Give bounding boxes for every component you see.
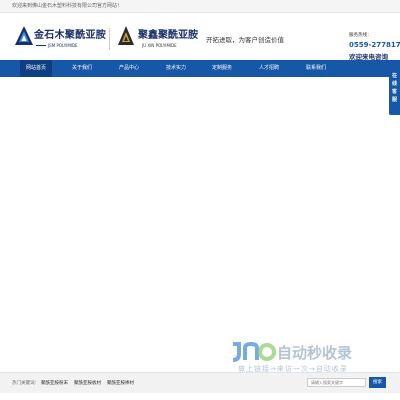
hotline-number: 0559-2778177: [349, 41, 400, 49]
slogan: 开拓进取，为客户创造价值: [206, 36, 284, 44]
search-input[interactable]: [307, 378, 366, 387]
juxin-logo-name: 聚鑫聚酰亚胺: [138, 30, 198, 41]
header: 金石木聚酰亚胺 JSM POLYIMIDE 聚鑫聚酰亚胺 JU XIN POLY…: [0, 13, 400, 61]
hot-keywords-label: 热门关键词：: [12, 381, 39, 386]
nav-item-label: 定制服务: [211, 65, 232, 71]
welcome-text: 欢迎来到佛山金石木塑料科技有限公司官方网站！: [12, 3, 123, 9]
logo-underline: [36, 45, 46, 46]
hot-keyword-link[interactable]: 聚酰亚胺板材: [74, 380, 101, 386]
nav-item-contact[interactable]: 联系我们: [300, 60, 332, 77]
juxin-logo-english: JU XIN POLYIMIDE: [142, 43, 177, 48]
jsm-logo[interactable]: 金石木聚酰亚胺 JSM POLYIMIDE: [14, 21, 106, 55]
nav-item-label: 产品中心: [118, 65, 139, 71]
online-service-tab[interactable]: 在线客服: [389, 64, 400, 115]
nav-item-careers[interactable]: 人才招聘: [253, 60, 285, 77]
nav-item-label: 技术实力: [165, 65, 186, 71]
jsm-logo-english: JSM POLYIMIDE: [48, 43, 78, 48]
online-service-label: 在线客服: [392, 73, 398, 103]
nav-item-label: 关于我们: [71, 65, 92, 71]
hot-keyword-link[interactable]: 聚酰亚胺粉末: [41, 380, 68, 386]
jsm-mountain-icon: [15, 26, 33, 45]
main-nav: 网站首页 关于我们 产品中心 技术实力 定制服务 人才招聘 联系我们: [0, 60, 400, 77]
watermark-title: 自动秒收录: [277, 344, 353, 362]
nav-item-custom[interactable]: 定制服务: [206, 60, 238, 77]
hot-keywords-bar: 热门关键词： 聚酰亚胺粉末 聚酰亚胺板材 聚酰亚胺棒材 搜索: [0, 372, 400, 393]
juxin-mountain-icon: [118, 26, 134, 45]
nav-item-label: 联系我们: [305, 65, 326, 71]
hot-keyword-link[interactable]: 聚酰亚胺棒材: [107, 380, 134, 386]
watermark-logo-icon: [232, 341, 276, 362]
nav-item-products[interactable]: 产品中心: [113, 60, 145, 77]
logo-divider: [109, 28, 110, 50]
jsm-logo-name: 金石木聚酰亚胺: [34, 30, 107, 41]
nav-item-label: 网站首页: [25, 65, 46, 71]
hotline-label: 服务热线：: [349, 33, 372, 38]
nav-item-technology[interactable]: 技术实力: [160, 60, 192, 77]
juxin-logo[interactable]: 聚鑫聚酰亚胺 JU XIN POLYIMIDE: [117, 21, 207, 55]
top-bar: 欢迎来到佛山金石木塑料科技有限公司官方网站！: [0, 0, 400, 13]
search-button[interactable]: 搜索: [369, 377, 386, 388]
nav-item-label: 人才招聘: [258, 65, 279, 71]
nav-item-about[interactable]: 关于我们: [66, 60, 98, 77]
nav-item-home[interactable]: 网站首页: [20, 60, 52, 77]
